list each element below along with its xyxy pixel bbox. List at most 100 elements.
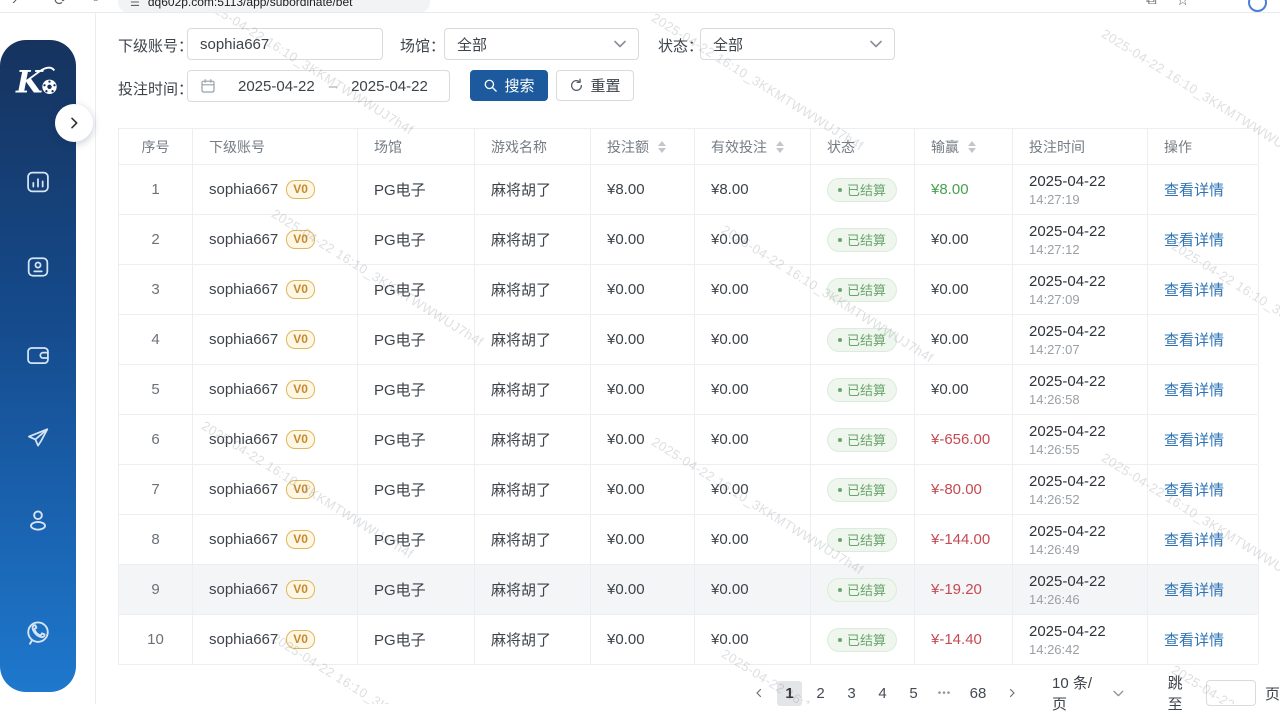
cell-win-loss: ¥-14.40	[915, 615, 1013, 664]
chevron-right-icon	[66, 115, 82, 131]
view-details-link[interactable]: 查看详情	[1164, 379, 1224, 400]
view-details-link[interactable]: 查看详情	[1164, 179, 1224, 200]
status-badge: 已结算	[827, 328, 897, 352]
view-details-link[interactable]: 查看详情	[1164, 279, 1224, 300]
status-text: 已结算	[847, 280, 886, 299]
sidebar-item-reports[interactable]	[22, 166, 54, 198]
bookmark-star-icon[interactable]: ☆	[1176, 0, 1189, 9]
status-badge: 已结算	[827, 528, 897, 552]
page-button-1[interactable]: 1	[777, 681, 802, 706]
jump-to-label: 跳至	[1168, 672, 1197, 714]
cell-venue: PG电子	[358, 365, 475, 414]
info-icon[interactable]: ○	[92, 0, 99, 5]
page-button-2[interactable]: 2	[808, 681, 833, 706]
date-range-picker[interactable]: 2025-04-22 – 2025-04-22	[187, 70, 450, 102]
translate-icon[interactable]: ⧉	[1146, 0, 1157, 8]
bet-date: 2025-04-22	[1029, 223, 1106, 240]
cell-bet-amount: ¥0.00	[591, 465, 695, 514]
vip-level-badge: V0	[286, 630, 315, 649]
bet-date: 2025-04-22	[1029, 623, 1106, 640]
vip-level-badge: V0	[286, 330, 315, 349]
page-suffix-label: 页	[1265, 683, 1280, 704]
pages-ellipsis[interactable]: •••	[932, 681, 957, 706]
cell-game: 麻将胡了	[475, 415, 591, 464]
view-details-link[interactable]: 查看详情	[1164, 229, 1224, 250]
sidebar-item-wallet[interactable]	[22, 339, 54, 371]
svg-text:K: K	[15, 65, 44, 101]
header-valid-bet[interactable]: 有效投注	[695, 129, 811, 164]
sidebar-item-support[interactable]	[22, 617, 54, 649]
cell-account: sophia667 V0	[193, 565, 358, 614]
cell-index: 9	[119, 565, 193, 614]
sidebar-item-profile[interactable]	[22, 504, 54, 536]
status-value: 全部	[713, 34, 743, 55]
address-bar[interactable]: ☰ dq602p.com:5113/app/subordinate/bet	[118, 0, 430, 13]
cell-bet-time: 2025-04-22 14:27:19	[1013, 165, 1148, 214]
cell-index: 2	[119, 215, 193, 264]
win-amount: ¥-144.00	[931, 531, 990, 548]
sort-icon[interactable]	[658, 141, 666, 153]
date-to[interactable]: 2025-04-22	[351, 78, 428, 95]
table-row: 10 sophia667 V0 PG电子 麻将胡了 ¥0.00 ¥0.00 已结…	[118, 615, 1258, 665]
url-text[interactable]: dq602p.com:5113/app/subordinate/bet	[148, 0, 353, 9]
cell-bet-amount: ¥0.00	[591, 415, 695, 464]
sidebar-item-members[interactable]	[22, 251, 54, 283]
page-button-4[interactable]: 4	[870, 681, 895, 706]
header-bet-amount[interactable]: 投注额	[591, 129, 695, 164]
win-amount: ¥0.00	[931, 281, 969, 298]
status-dot-icon	[838, 238, 842, 242]
brand-logo[interactable]: K	[15, 62, 61, 107]
venue-label: 场馆：	[400, 35, 445, 56]
bet-time: 14:27:19	[1029, 192, 1080, 207]
site-settings-icon[interactable]: ☰	[130, 0, 140, 9]
browser-toolbar: › ⟳ ○ ☰ dq602p.com:5113/app/subordinate/…	[0, 0, 1280, 13]
cell-status: 已结算	[811, 265, 915, 314]
cell-game: 麻将胡了	[475, 465, 591, 514]
page-size-select[interactable]: 10 条/页	[1052, 672, 1124, 714]
search-button[interactable]: 搜索	[470, 70, 548, 101]
win-amount: ¥0.00	[931, 231, 969, 248]
cell-bet-time: 2025-04-22 14:27:07	[1013, 315, 1148, 364]
view-details-link[interactable]: 查看详情	[1164, 329, 1224, 350]
prev-page-button[interactable]	[746, 681, 771, 706]
view-details-link[interactable]: 查看详情	[1164, 429, 1224, 450]
vip-level-badge: V0	[286, 180, 315, 199]
sidebar-expand-button[interactable]	[55, 104, 93, 142]
status-badge: 已结算	[827, 478, 897, 502]
view-details-link[interactable]: 查看详情	[1164, 629, 1224, 650]
venue-value: 全部	[457, 34, 487, 55]
cell-win-loss: ¥0.00	[915, 215, 1013, 264]
view-details-link[interactable]: 查看详情	[1164, 579, 1224, 600]
reload-icon[interactable]: ⟳	[54, 0, 67, 9]
sort-icon[interactable]	[776, 141, 784, 153]
wallet-icon	[24, 341, 52, 369]
status-dot-icon	[838, 588, 842, 592]
sidebar-item-promotion[interactable]	[22, 422, 54, 454]
reset-button[interactable]: 重置	[556, 70, 634, 101]
jump-page-input[interactable]	[1206, 680, 1256, 706]
forward-icon[interactable]: ›	[12, 0, 17, 8]
k-football-logo-icon: K	[15, 62, 61, 102]
venue-select[interactable]: 全部	[444, 28, 639, 60]
status-text: 已结算	[847, 380, 886, 399]
user-icon	[23, 505, 53, 535]
date-from[interactable]: 2025-04-22	[238, 78, 315, 95]
sort-icon[interactable]	[968, 141, 976, 153]
cell-index: 8	[119, 515, 193, 564]
vip-level-badge: V0	[286, 430, 315, 449]
page-button-last[interactable]: 68	[963, 681, 993, 706]
view-details-link[interactable]: 查看详情	[1164, 479, 1224, 500]
view-details-link[interactable]: 查看详情	[1164, 529, 1224, 550]
account-input[interactable]	[187, 28, 383, 60]
status-select[interactable]: 全部	[700, 28, 895, 60]
header-index: 序号	[119, 129, 193, 164]
cell-index: 3	[119, 265, 193, 314]
cell-status: 已结算	[811, 365, 915, 414]
header-win-loss[interactable]: 输赢	[915, 129, 1013, 164]
cell-index: 6	[119, 415, 193, 464]
next-page-button[interactable]	[999, 681, 1024, 706]
page-button-5[interactable]: 5	[901, 681, 926, 706]
page-button-3[interactable]: 3	[839, 681, 864, 706]
browser-avatar[interactable]	[1248, 0, 1267, 12]
cell-account: sophia667 V0	[193, 465, 358, 514]
